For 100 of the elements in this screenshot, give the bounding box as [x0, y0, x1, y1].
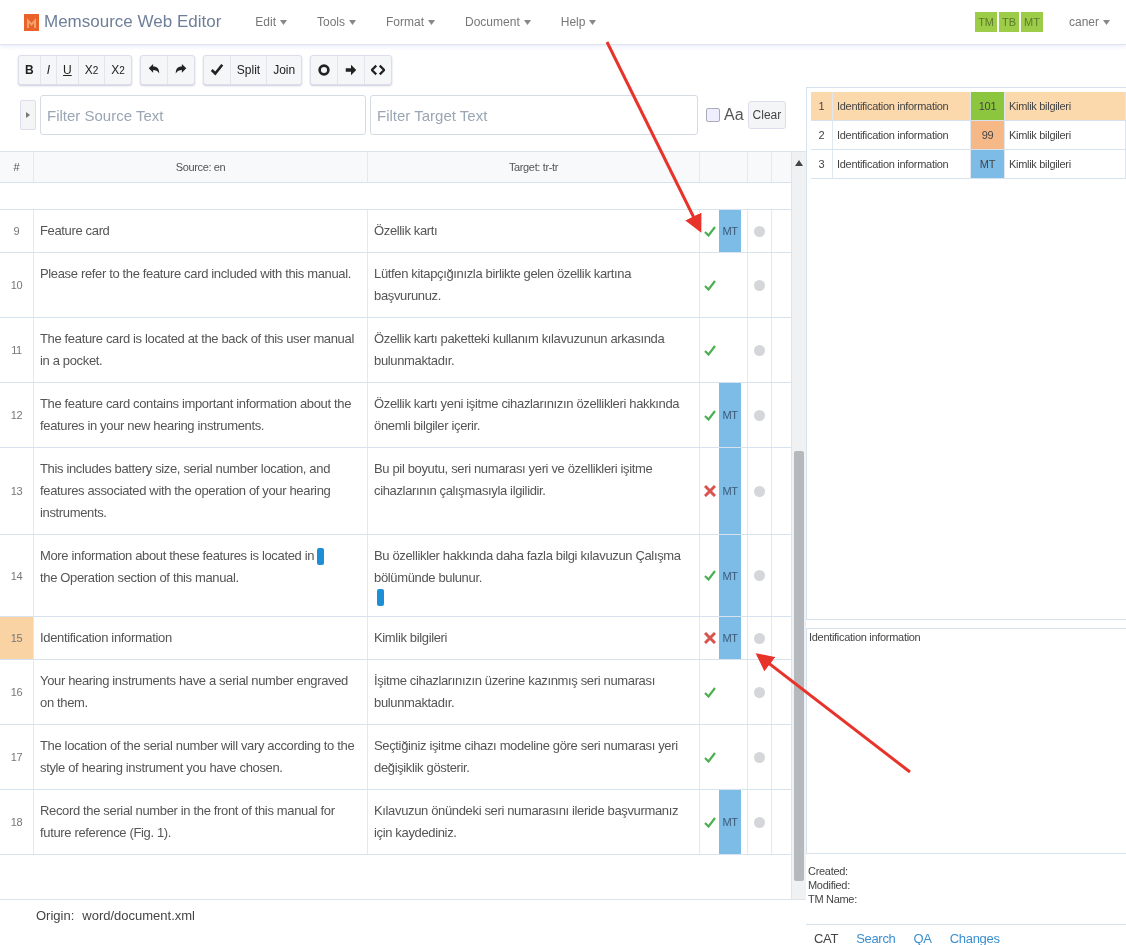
segment-number: 13: [10, 484, 23, 499]
match-type-badge: MT: [719, 617, 741, 659]
panel-tab[interactable]: CAT: [814, 931, 839, 945]
column-header: Source: en: [175, 160, 226, 175]
target-text: Kimlik bilgileri: [374, 630, 448, 645]
match-type-badge: MT: [719, 383, 741, 447]
clear-button[interactable]: Clear: [747, 101, 787, 129]
tag-icon: [377, 589, 384, 606]
segment-number-cell[interactable]: 12: [0, 383, 34, 447]
match-target: Kimlik bilgileri: [1009, 158, 1071, 170]
match-score: MT: [971, 150, 1005, 178]
segment-number-cell[interactable]: 17: [0, 725, 34, 789]
target-text: İşitme cihazlarınızın üzerine kazınmış seri numarası bulunmaktadır.: [374, 673, 655, 710]
match-score: 101: [971, 92, 1005, 120]
match-number: 2: [818, 129, 825, 141]
match-target: Kimlik bilgileri: [1009, 100, 1071, 112]
menu-item[interactable]: Document: [465, 15, 531, 29]
caret-icon: [349, 19, 356, 25]
target-text: Seçtiğiniz işitme cihazı modeline göre seri numarası yeri değişiklik gösterir.: [374, 738, 678, 775]
match-source: Identification information: [837, 100, 949, 112]
segment-number: 10: [10, 278, 23, 293]
match-type-badge: MT: [719, 210, 741, 252]
comment-icon[interactable]: [754, 632, 765, 644]
menu-item[interactable]: Edit: [255, 15, 287, 29]
match-row[interactable]: 1 Identification information 101 Kimlik bilgileri: [811, 92, 1126, 121]
segment-number: 14: [10, 568, 23, 584]
match-source: Identification information: [837, 129, 949, 141]
circle-icon: [317, 63, 332, 77]
comment-icon[interactable]: [754, 816, 765, 828]
caret-icon: [1103, 19, 1110, 25]
format-button[interactable]: Split: [230, 56, 268, 84]
menu-item[interactable]: Tools: [317, 15, 356, 29]
scrollbar-thumb[interactable]: [794, 451, 804, 881]
check-icon: [209, 63, 224, 77]
target-text: Lütfen kitapçığınızla birlikte gelen özellik kartına başvurunuz.: [374, 266, 632, 303]
menu-item[interactable]: Format: [386, 15, 436, 29]
origin-value: word/document.xml: [82, 908, 195, 923]
source-text: Your hearing instruments have a serial number engraved on them.: [40, 673, 348, 710]
expand-button[interactable]: [20, 100, 36, 130]
comment-icon[interactable]: [754, 225, 765, 237]
target-filter-field[interactable]: Filter Target Text: [370, 95, 698, 135]
segment-number-cell[interactable]: 14: [0, 535, 34, 616]
target-text: Bu özellikler hakkında daha fazla bilgi kılavuzun Çalışma bölümünde bulunur.: [374, 547, 682, 587]
target-text: Özellik kartı paketteki kullanım kılavuzunun arkasında bulunmaktadır.: [374, 331, 665, 368]
app-title: Memsource Web Editor: [44, 12, 222, 32]
match-type-badge: MT: [719, 535, 741, 616]
panel-tab[interactable]: Changes: [949, 931, 1000, 945]
comment-icon[interactable]: [754, 751, 765, 763]
target-text: Kılavuzun önündeki seri numarasını ileride başvurmanız için kaydediniz.: [374, 803, 679, 840]
segment-number-cell[interactable]: 9: [0, 210, 34, 252]
segment-number-cell[interactable]: 11: [0, 318, 34, 382]
resource-badge[interactable]: TM: [975, 12, 997, 32]
segment-number-cell[interactable]: 15: [0, 617, 34, 659]
segment-number-cell[interactable]: 16: [0, 660, 34, 724]
match-case-checkbox[interactable]: [706, 108, 720, 122]
segment-number-cell[interactable]: 18: [0, 790, 34, 854]
match-case-label: Aa: [724, 106, 744, 124]
format-button[interactable]: U: [57, 56, 79, 84]
segment-number-cell[interactable]: 10: [0, 253, 34, 317]
code-icon: [371, 63, 386, 77]
format-button[interactable]: B: [19, 56, 41, 84]
caret-icon: [280, 19, 287, 25]
match-row[interactable]: 3 Identification information MT Kimlik bilgileri: [811, 150, 1126, 179]
menu-item[interactable]: Help: [560, 15, 597, 29]
panel-tab[interactable]: QA: [913, 931, 932, 945]
tag-icon: [317, 547, 325, 565]
caret-icon: [589, 19, 597, 25]
source-text: Feature card: [40, 223, 110, 238]
panel-tab[interactable]: Search: [856, 931, 896, 945]
comment-icon[interactable]: [754, 485, 765, 497]
match-target: Kimlik bilgileri: [1009, 129, 1071, 141]
arrow-right-icon: [344, 63, 359, 77]
comment-icon[interactable]: [754, 409, 765, 421]
source-text: Please refer to the feature card included with this manual.: [40, 266, 352, 281]
target-text: Bu pil boyutu, seri numarası yeri ve özellikleri işitme cihazlarının çalışmasıyla ilgilidir.: [374, 461, 653, 498]
resource-badge[interactable]: MT: [1021, 12, 1043, 32]
logo-icon: [24, 13, 39, 31]
match-number: 1: [818, 100, 825, 112]
format-button[interactable]: I: [40, 56, 57, 84]
segment-number-cell[interactable]: 13: [0, 448, 34, 534]
meta-label: Modified:: [808, 878, 851, 893]
meta-label: TM Name:: [808, 892, 858, 907]
scroll-up-icon[interactable]: [795, 160, 803, 166]
source-filter-field[interactable]: Filter Source Text: [40, 95, 366, 135]
comment-icon[interactable]: [754, 279, 765, 291]
segment-number: 9: [13, 224, 20, 239]
comment-icon[interactable]: [754, 570, 765, 581]
match-type-badge: MT: [719, 790, 741, 854]
user-menu[interactable]: caner: [1068, 15, 1110, 29]
format-button[interactable]: Join: [267, 56, 302, 84]
segment-number: 17: [10, 750, 23, 765]
match-row[interactable]: 2 Identification information 99 Kimlik bilgileri: [811, 121, 1126, 150]
comment-icon[interactable]: [754, 686, 765, 698]
source-text: More information about these features is located in: [40, 547, 315, 565]
resource-badge[interactable]: TB: [999, 12, 1020, 32]
comment-icon[interactable]: [754, 344, 765, 356]
segment-number: 18: [10, 815, 23, 830]
match-score: 99: [971, 121, 1005, 149]
match-number: 3: [818, 158, 825, 170]
segment-number: 15: [10, 631, 23, 646]
